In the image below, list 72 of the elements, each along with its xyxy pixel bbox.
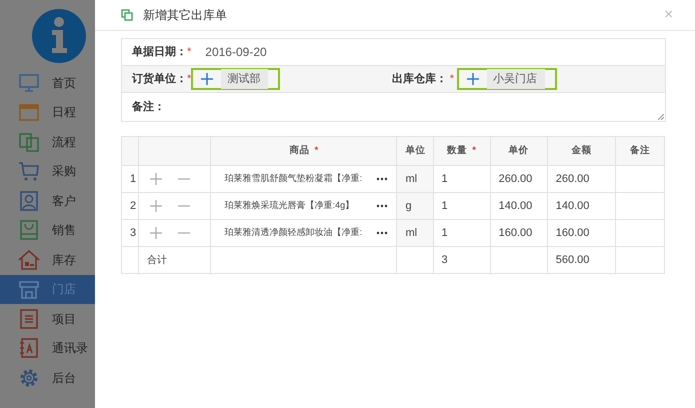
field-label: 备注： [132, 100, 165, 115]
table-cell: 1 [433, 220, 490, 246]
add-icon[interactable] [201, 73, 214, 85]
row-number: 2 [122, 192, 139, 220]
table-cell: 140.00 [547, 192, 616, 220]
sidebar-item[interactable]: 库存 [0, 245, 95, 274]
settings-icon [18, 366, 40, 389]
total-amount: 560.00 [547, 246, 616, 274]
required-mark: * [314, 144, 318, 156]
house-icon [18, 248, 40, 271]
date-value: 2016-09-20 [205, 44, 267, 61]
row-number: 1 [122, 166, 139, 192]
column-header: 金额 [547, 136, 616, 166]
calendar-icon [18, 101, 40, 124]
more-icon[interactable] [376, 204, 388, 208]
tray-icon [18, 219, 40, 242]
table-cell: 160.00 [547, 220, 616, 246]
monitor-icon [18, 72, 40, 94]
sidebar-item[interactable]: 通讯录 [0, 334, 95, 363]
column-header: 单位 [396, 136, 434, 166]
address-book-icon [18, 337, 40, 360]
copy-icon [18, 130, 40, 153]
table-cell: g [396, 192, 434, 220]
row-number: 3 [122, 220, 139, 246]
more-icon[interactable] [376, 177, 388, 181]
add-icon[interactable] [150, 173, 162, 185]
product-name: 珀莱雅焕采琉光唇膏【净重:4g】 [224, 199, 354, 212]
logo-icon [31, 8, 87, 64]
sidebar-item[interactable]: 流程 [0, 127, 95, 156]
list-icon [18, 308, 40, 330]
field-label: 订货单位： [132, 72, 187, 87]
table-cell: 1 [433, 192, 490, 220]
cart-icon [18, 160, 40, 182]
table-cell: 140.00 [490, 192, 548, 220]
table-cell: 1 [433, 166, 490, 192]
picker-field[interactable]: 小吴门店 [486, 68, 545, 90]
sidebar-item[interactable]: 销售 [0, 216, 95, 245]
sidebar-item[interactable]: 采购 [0, 156, 95, 186]
product-name: 珀莱雅清透净颜轻感卸妆油【净重: [224, 226, 362, 240]
resize-handle-icon [658, 114, 664, 120]
add-icon[interactable] [150, 227, 162, 239]
required-mark: * [472, 144, 476, 156]
required-mark: * [187, 44, 192, 60]
contact-card-icon [18, 190, 40, 212]
field-label: 单据日期： [132, 44, 187, 60]
table-cell: 260.00 [547, 166, 616, 192]
add-icon[interactable] [150, 200, 162, 212]
sidebar-item[interactable]: 首页 [0, 68, 95, 98]
required-mark: * [187, 72, 192, 87]
total-label: 合计 [138, 246, 211, 274]
store-icon [18, 278, 40, 300]
column-title: 数量 [447, 144, 468, 156]
sidebar-item[interactable]: 后台 [0, 363, 95, 392]
sidebar-item[interactable]: 项目 [0, 304, 95, 334]
picker-field[interactable]: 测试部 [221, 68, 268, 90]
column-title: 商品 [289, 144, 310, 156]
dialog-title: 新增其它出库单 [143, 7, 227, 24]
table-cell: 160.00 [490, 220, 548, 246]
column-header: 单价 [490, 136, 548, 166]
total-quantity: 3 [433, 246, 490, 274]
table-cell: ml [396, 166, 434, 192]
required-mark: * [450, 72, 454, 87]
sidebar-item[interactable]: 客户 [0, 186, 95, 216]
product-name: 珀莱雅雪肌舒颜气垫粉凝霜【净重: [224, 172, 362, 186]
table-cell: ml [396, 220, 434, 246]
copy-icon [121, 9, 133, 21]
field-label: 出库仓库： [392, 72, 447, 87]
add-icon[interactable] [466, 73, 479, 85]
sidebar-item[interactable]: 日程 [0, 98, 95, 127]
table-cell: 260.00 [490, 166, 548, 192]
column-header: 备注 [615, 136, 664, 166]
more-icon[interactable] [376, 231, 388, 235]
